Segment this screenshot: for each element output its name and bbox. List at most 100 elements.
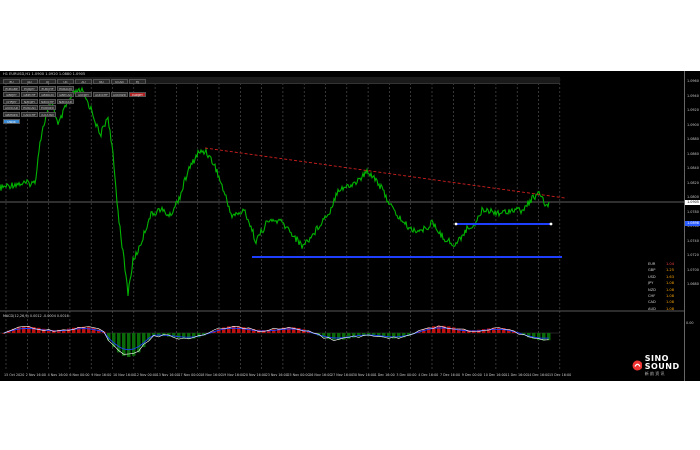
symbol-button[interactable]: GBPNZD <box>3 112 20 117</box>
symbol-button[interactable]: NZDCHF <box>39 98 56 104</box>
time-tick: 9 Nov 16:00 <box>91 373 112 377</box>
symbol-button[interactable]: UJ <box>39 79 56 84</box>
oscillator-bar <box>427 327 431 333</box>
symbol-button[interactable]: UC <box>57 79 74 84</box>
brand-logo: SINO SOUND 新 韵 资 讯 <box>632 355 700 376</box>
oscillator-bar <box>232 326 236 333</box>
oscillator-bar <box>397 333 401 339</box>
oscillator-bar <box>332 333 336 340</box>
symbol-button[interactable]: XAUUSD <box>39 112 56 117</box>
oscillator-bar <box>387 333 391 339</box>
symbol-button[interactable]: GBPCHF <box>21 92 38 98</box>
line-handle <box>454 222 458 226</box>
symbol-button[interactable]: CHFJPY <box>3 98 20 104</box>
oscillator-bar <box>37 327 41 333</box>
brand-name: SINO SOUND <box>644 354 680 371</box>
price-tick: 1.0820 <box>687 180 699 185</box>
time-tick: 13 Nov 16:00 <box>156 373 179 377</box>
oscillator-bar <box>247 328 251 333</box>
line-handle <box>549 222 553 226</box>
resistance-trendline <box>204 147 566 199</box>
symbol-button[interactable]: AUDCHF <box>93 92 110 98</box>
price-tick: 1.0880 <box>687 137 699 141</box>
time-tick: 12 Nov 00:00 <box>134 373 158 377</box>
line-price-label: 1.0898 <box>685 221 700 226</box>
time-tick: 11 Dec 16:00 <box>505 373 528 377</box>
time-tick: 4 Dec 16:00 <box>418 373 439 377</box>
time-tick: 10 Dec 16:00 <box>483 373 506 377</box>
oscillator-bar <box>17 327 21 333</box>
oscillator-bar <box>352 333 356 338</box>
symbol-button[interactable]: UCAD <box>111 79 128 84</box>
oscillator-bar <box>487 328 491 333</box>
time-tick: 18 Nov 16:00 <box>200 373 223 377</box>
oscillator-bar <box>87 327 91 333</box>
symbol-button[interactable]: AU <box>75 79 92 84</box>
oscillator-bar <box>122 333 126 356</box>
symbol-button[interactable]: EURJPY <box>21 85 38 91</box>
time-tick: 10 Nov 16:00 <box>113 373 136 377</box>
chart-caption: H1 EURUSD,H1 1.0900 1.0920 1.0880 1.0905 <box>3 72 86 76</box>
oscillator-bar <box>322 333 326 338</box>
time-tick: 19 Nov 16:00 <box>222 373 245 377</box>
symbol-button[interactable]: GBPCAD <box>57 92 74 98</box>
symbol-button[interactable]: NZDJPY <box>21 98 38 104</box>
symbol-button[interactable]: GBPAUD <box>39 92 56 98</box>
price-tick: 1.0800 <box>687 195 699 199</box>
symbol-button[interactable]: GBPJPY <box>3 92 20 98</box>
time-tick: 6 Nov 00:00 <box>69 373 90 377</box>
oscillator-bar <box>342 333 346 340</box>
symbol-button[interactable]: CADCHF <box>21 112 38 117</box>
brand-subtitle: 新 韵 资 讯 <box>644 371 665 376</box>
oscillator-bar <box>132 333 136 356</box>
price-tick: 1.0940 <box>687 93 699 98</box>
price-chart[interactable] <box>0 71 684 381</box>
time-tick: 14 Dec 16:00 <box>527 373 550 377</box>
time-tick: 2 Nov 16:00 <box>25 373 46 377</box>
oscillator-bar <box>72 327 76 333</box>
time-tick: 17 Nov 00:00 <box>178 373 201 377</box>
symbol-button[interactable]: GU <box>21 79 38 84</box>
currency-strength-panel: EUR 1.04 GBP 1.25 USD 1.63 JPY 1.08 NZD 1.08 CHF 1.… <box>648 261 682 312</box>
price-scale[interactable]: 1.0960 1.0940 1.0920 1.0900 1.0880 1.0860 1.08… <box>684 71 700 381</box>
price-line <box>0 86 550 297</box>
symbol-button[interactable]: EU <box>3 79 20 84</box>
oscillator-bar <box>92 327 96 333</box>
oscillator-bar <box>142 333 146 348</box>
symbol-button[interactable]: EURCAD <box>21 105 38 111</box>
price-tick: 1.0840 <box>687 166 699 170</box>
time-tick: 15 Dec 16:00 <box>549 373 572 377</box>
time-tick: 15 Oct 2020 <box>4 373 25 377</box>
price-tick: 1.0740 <box>687 238 699 243</box>
symbol-button[interactable]: NU <box>93 79 110 84</box>
symbol-button[interactable]: NZDCAD <box>57 98 74 104</box>
symbol-button[interactable]: USDX <box>3 118 20 124</box>
oscillator-caption: MACD(12,26,9) 0.0012 -0.0004 0.0016 <box>3 314 69 318</box>
symbol-button[interactable]: AUDJPY <box>75 92 92 98</box>
brand-icon <box>632 360 642 371</box>
symbol-button[interactable]: EURGBP <box>3 85 20 91</box>
oscillator-bar <box>27 326 31 333</box>
symbol-button[interactable]: CADJPY <box>129 92 146 98</box>
symbol-button[interactable]: AUDNZD <box>111 92 128 98</box>
time-tick: 20 Nov 16:00 <box>243 373 267 377</box>
symbol-button[interactable]: EURCHF <box>39 85 56 91</box>
symbol-button[interactable]: EJ <box>129 79 146 84</box>
oscillator-bar <box>547 333 551 341</box>
symbol-button[interactable]: AUDCAD <box>3 105 20 111</box>
oscillator-bar <box>22 326 26 333</box>
currency-name: AUD <box>648 306 656 311</box>
symbol-button[interactable]: EURAUD <box>57 85 74 91</box>
price-tick: 1.0960 <box>687 79 699 83</box>
oscillator-bar <box>542 333 546 341</box>
time-tick: 23 Nov 16:00 <box>265 373 288 377</box>
time-tick: 7 Dec 16:00 <box>440 373 461 377</box>
oscillator-bar <box>82 326 86 333</box>
price-tick: 1.0720 <box>687 253 699 257</box>
oscillator-scale: 0.00 <box>686 321 694 325</box>
currency-value: 1.08 <box>666 306 675 311</box>
oscillator-bar <box>437 325 441 333</box>
price-tick: 1.0920 <box>687 108 699 112</box>
oscillator-bar <box>432 326 436 333</box>
symbol-button[interactable]: EURNZD <box>39 105 56 111</box>
